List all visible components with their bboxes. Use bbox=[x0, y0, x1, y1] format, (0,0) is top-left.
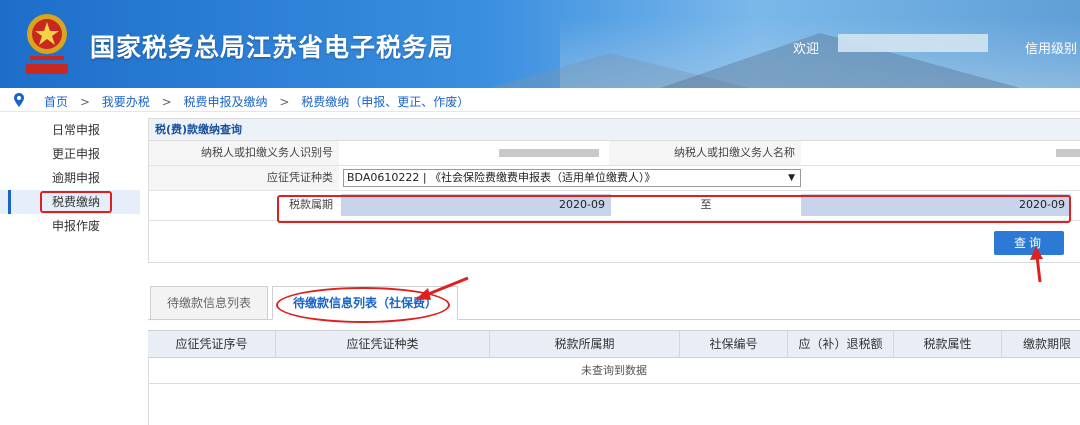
highlight-ellipse bbox=[276, 287, 450, 323]
taxpayer-name-label: 纳税人或扣缴义务人名称 bbox=[609, 141, 801, 165]
payments-table: 应征凭证序号 应征凭证种类 税款所属期 社保编号 应（补）退税额 税款属性 缴款… bbox=[148, 330, 1080, 384]
breadcrumb-home[interactable]: 首页 bbox=[44, 95, 68, 109]
voucher-type-value: BDA0610222 | 《社会保险费缴费申报表（适用单位缴费人）》 bbox=[347, 171, 656, 184]
dropdown-arrow-icon: ▼ bbox=[788, 173, 795, 183]
breadcrumb-separator: > bbox=[79, 95, 90, 109]
sidebar-item-daily-declare[interactable]: 日常申报 bbox=[0, 118, 140, 142]
sidebar: 日常申报 更正申报 逾期申报 税费缴纳 申报作废 bbox=[0, 118, 140, 238]
column-header[interactable]: 缴款期限 bbox=[1002, 331, 1080, 358]
panel-title: 税(费)款缴纳查询 bbox=[149, 119, 1080, 141]
user-name-redacted bbox=[838, 34, 988, 52]
site-banner: 国家税务总局江苏省电子税务局 欢迎 信用级别 bbox=[0, 0, 1080, 88]
highlight-box bbox=[277, 195, 1071, 223]
query-button[interactable]: 查询 bbox=[994, 231, 1064, 255]
breadcrumb-separator: > bbox=[161, 95, 172, 109]
credit-level-link[interactable]: 信用级别 bbox=[1025, 38, 1077, 57]
sidebar-item-void[interactable]: 申报作废 bbox=[0, 214, 140, 238]
breadcrumb-current[interactable]: 税费缴纳（申报、更正、作废） bbox=[301, 95, 469, 109]
voucher-type-label: 应征凭证种类 bbox=[149, 166, 339, 190]
taxpayer-id-label: 纳税人或扣缴义务人识别号 bbox=[149, 141, 339, 165]
column-header[interactable]: 应征凭证序号 bbox=[148, 331, 276, 358]
tax-emblem-icon bbox=[26, 14, 68, 74]
sidebar-item-tax-payment[interactable]: 税费缴纳 bbox=[0, 190, 140, 214]
sidebar-item-correction[interactable]: 更正申报 bbox=[0, 142, 140, 166]
site-title: 国家税务总局江苏省电子税务局 bbox=[90, 33, 455, 62]
location-pin-icon bbox=[14, 93, 24, 107]
highlight-box bbox=[40, 191, 112, 213]
query-panel: 税(费)款缴纳查询 纳税人或扣缴义务人识别号 纳税人或扣缴义务人名称 应征凭证种… bbox=[148, 118, 1080, 263]
column-header[interactable]: 应（补）退税额 bbox=[788, 331, 894, 358]
voucher-type-row: 应征凭证种类 BDA0610222 | 《社会保险费缴费申报表（适用单位缴费人）… bbox=[149, 166, 1080, 191]
column-header[interactable]: 社保编号 bbox=[680, 331, 788, 358]
column-header[interactable]: 应征凭证种类 bbox=[276, 331, 490, 358]
breadcrumb: 首页 > 我要办税 > 税费申报及缴纳 > 税费缴纳（申报、更正、作废） bbox=[0, 90, 1080, 112]
redacted-value bbox=[499, 149, 599, 157]
table-header: 应征凭证序号 应征凭证种类 税款所属期 社保编号 应（补）退税额 税款属性 缴款… bbox=[148, 330, 1080, 358]
sidebar-item-overdue[interactable]: 逾期申报 bbox=[0, 166, 140, 190]
breadcrumb-declare-pay[interactable]: 税费申报及缴纳 bbox=[183, 95, 267, 109]
breadcrumb-separator: > bbox=[279, 95, 290, 109]
taxpayer-row: 纳税人或扣缴义务人识别号 纳税人或扣缴义务人名称 bbox=[149, 141, 1080, 166]
taxpayer-id-value bbox=[339, 141, 609, 165]
tab-pending-payments[interactable]: 待缴款信息列表 bbox=[150, 286, 268, 320]
empty-state-text: 未查询到数据 bbox=[148, 358, 1080, 384]
column-header[interactable]: 税款所属期 bbox=[490, 331, 680, 358]
breadcrumb-tax-services[interactable]: 我要办税 bbox=[102, 95, 150, 109]
column-header[interactable]: 税款属性 bbox=[894, 331, 1002, 358]
welcome-text: 欢迎 bbox=[793, 42, 820, 57]
voucher-type-select[interactable]: BDA0610222 | 《社会保险费缴费申报表（适用单位缴费人）》 ▼ bbox=[343, 169, 801, 187]
taxpayer-name-value bbox=[801, 141, 1080, 165]
redacted-value bbox=[1056, 149, 1080, 157]
